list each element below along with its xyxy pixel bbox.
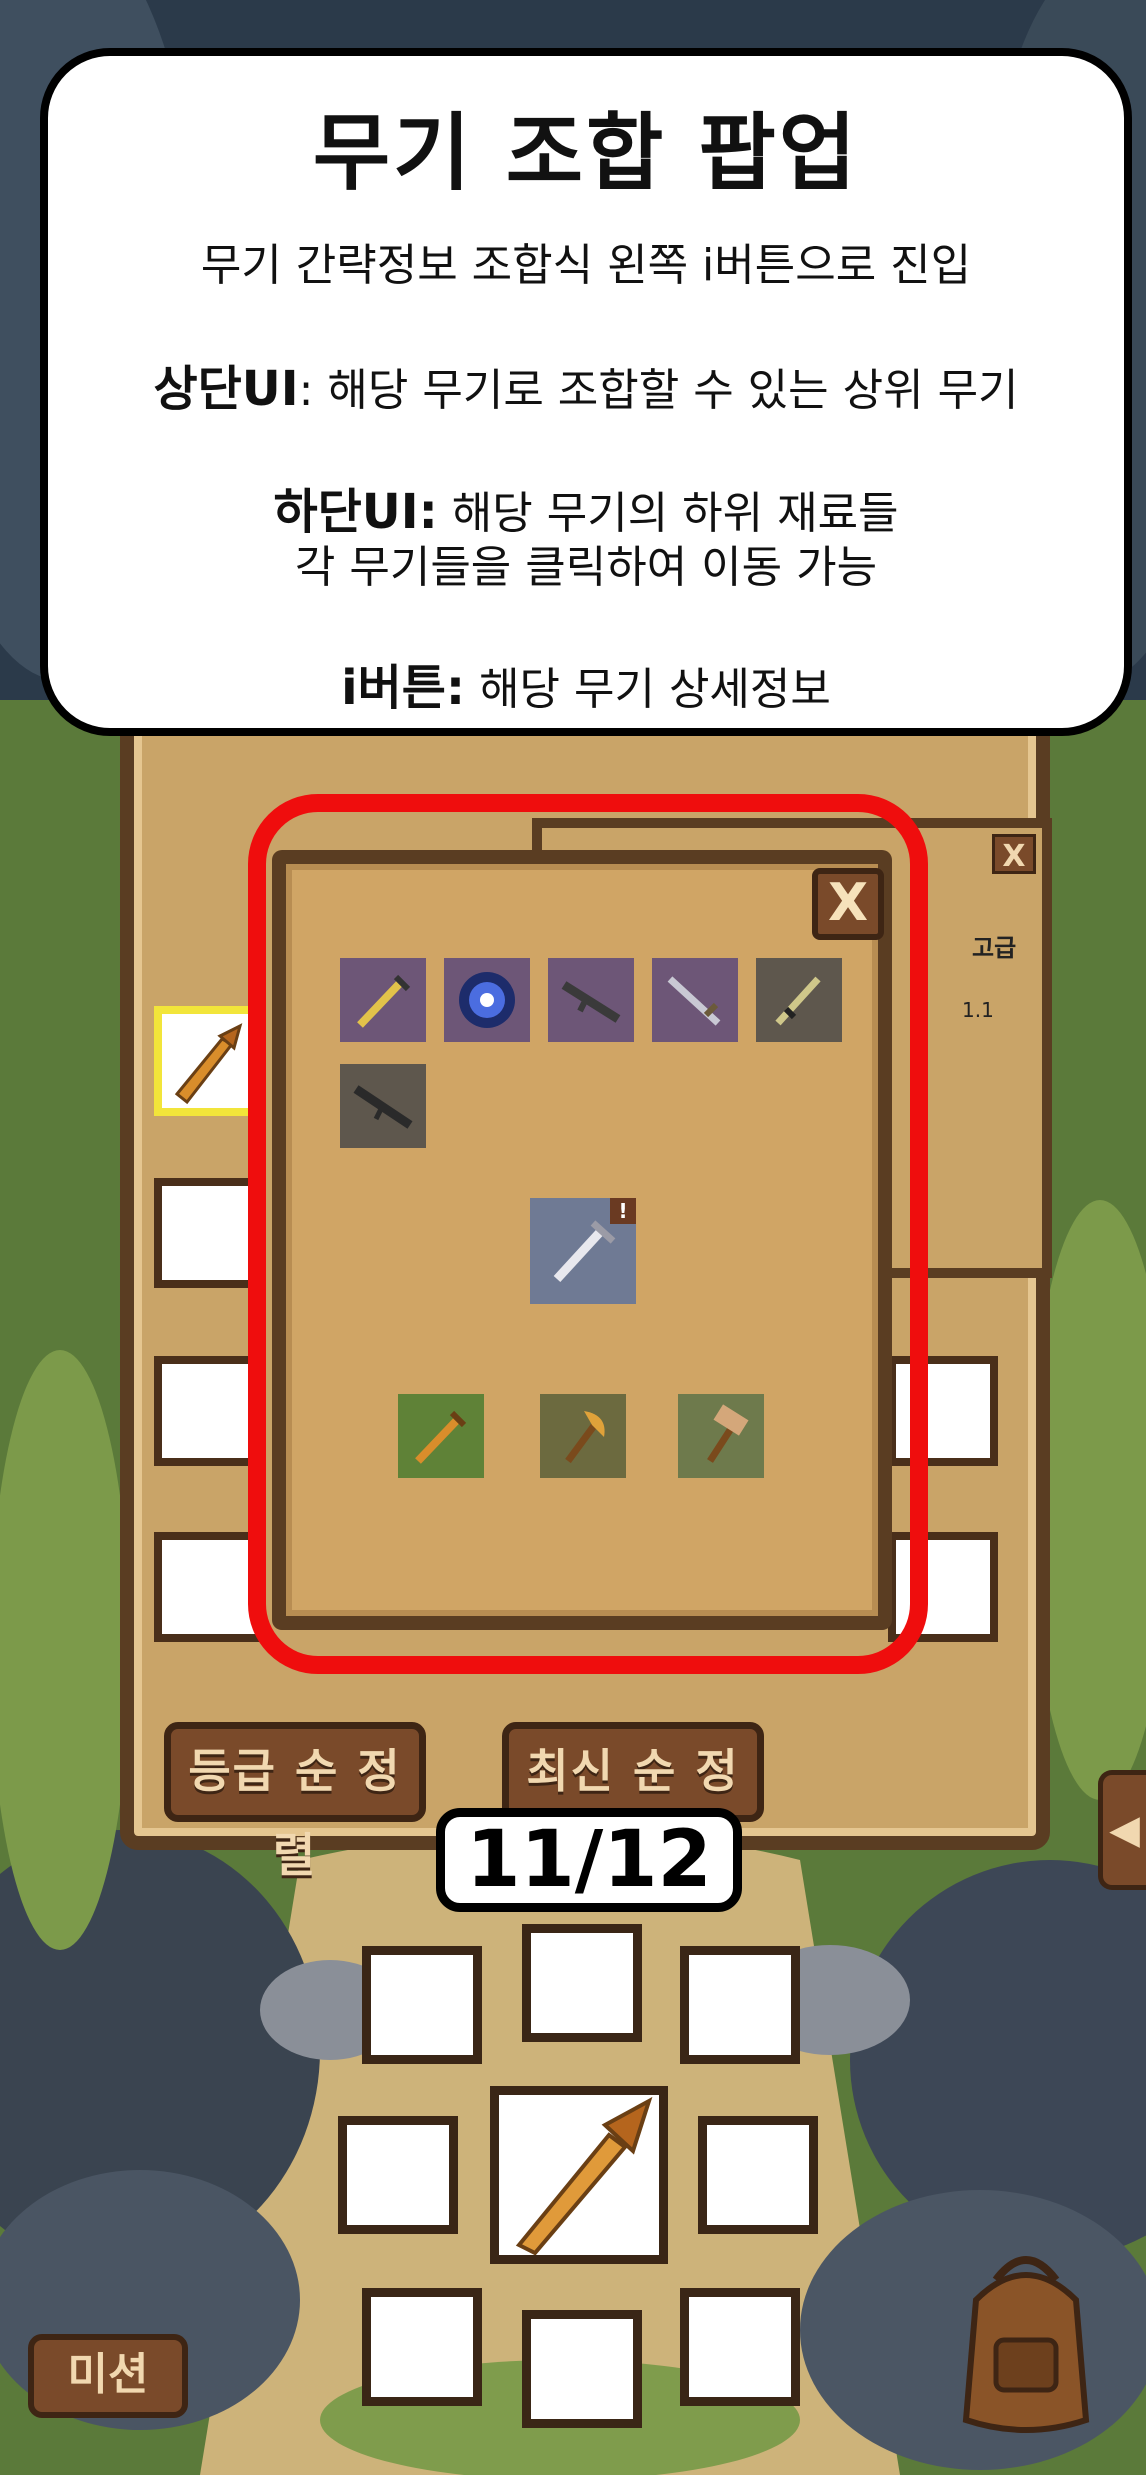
weapon-grade: 고급 [972,934,1017,962]
wooden-sword-icon [174,1023,243,1105]
top-ui-label: 상단UI [153,361,299,417]
wooden-sword-icon [515,2096,653,2256]
annotation-card: 무기 조합 팝업 무기 간략정보 조합식 왼쪽 i버튼으로 진입 상단UI: 해… [40,48,1132,736]
weapon-stat: 1.1 [962,998,994,1022]
equip-slot[interactable] [338,2116,458,2234]
annotation-top-ui: 상단UI: 해당 무기로 조합할 수 있는 상위 무기 [48,361,1124,419]
equip-slot[interactable] [362,2288,482,2406]
annotation-ibutton: i버튼: 해당 무기 상세정보 [48,660,1124,718]
annotation-bottom-ui: 하단UI: 해당 무기의 하위 재료들 [48,484,1124,542]
annotation-entry-line: 무기 간략정보 조합식 왼쪽 i버튼으로 진입 [200,240,972,291]
annotation-title: 무기 조합 팝업 [312,104,860,202]
equip-slot[interactable] [698,2116,818,2234]
top-ui-text: : 해당 무기로 조합할 수 있는 상위 무기 [298,365,1019,416]
equip-slot[interactable] [362,1946,482,2064]
sort-by-grade-button[interactable]: 등급 순 정렬 [164,1722,426,1882]
mission-button[interactable]: 미션 [28,2334,188,2418]
highlight-frame [248,794,928,1674]
ibutton-text: 해당 무기 상세정보 [465,664,831,715]
close-icon[interactable]: X [992,834,1036,874]
backpack-icon[interactable] [936,2240,1116,2440]
equip-slot[interactable] [522,2310,642,2428]
equip-slot[interactable] [522,1924,642,2042]
ibutton-label: i버튼: [341,660,466,716]
bottom-ui-text: 해당 무기의 하위 재료들 [437,488,899,539]
bottom-ui-label: 하단UI: [273,484,438,540]
sort-by-recent-button[interactable]: 최신 순 정렬 [502,1722,764,1882]
annotation-bottom-ui-2: 각 무기들을 클릭하여 이동 가능 [294,542,878,593]
side-panel-arrow[interactable]: ◀ [1098,1770,1146,1890]
equip-slot[interactable] [680,1946,800,2064]
equip-slot[interactable] [680,2288,800,2406]
page-counter: 11/12 [436,1808,742,1912]
equip-slot-main[interactable] [490,2086,668,2264]
